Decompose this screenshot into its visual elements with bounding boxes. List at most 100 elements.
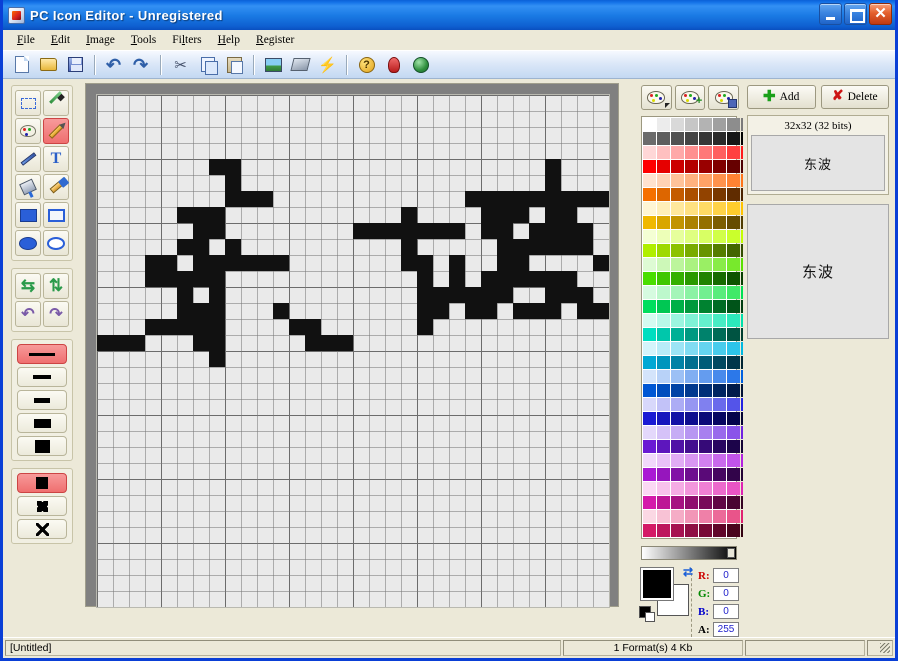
color-swatch[interactable] bbox=[657, 440, 670, 453]
color-swatch[interactable] bbox=[699, 202, 712, 215]
outline-ellipse-tool[interactable] bbox=[43, 230, 69, 256]
color-swatch[interactable] bbox=[671, 468, 684, 481]
canvas-pixel[interactable] bbox=[273, 303, 289, 319]
canvas-pixel[interactable] bbox=[209, 223, 225, 239]
color-swatch[interactable] bbox=[657, 118, 670, 131]
brush-shape-checker[interactable] bbox=[17, 519, 67, 539]
canvas-pixel[interactable] bbox=[497, 271, 513, 287]
palette-replace-tool[interactable] bbox=[15, 118, 41, 144]
color-swatch[interactable] bbox=[699, 286, 712, 299]
canvas-pixel[interactable] bbox=[209, 271, 225, 287]
color-swatch[interactable] bbox=[657, 454, 670, 467]
color-swatch[interactable] bbox=[699, 300, 712, 313]
canvas-pixel[interactable] bbox=[481, 271, 497, 287]
color-swatch[interactable] bbox=[643, 524, 656, 537]
color-swatch[interactable] bbox=[685, 258, 698, 271]
color-swatch[interactable] bbox=[671, 370, 684, 383]
canvas-pixel[interactable] bbox=[401, 223, 417, 239]
format-list[interactable]: 32x32 (32 bits) 东波 bbox=[747, 115, 889, 195]
canvas-pixel[interactable] bbox=[513, 191, 529, 207]
color-swatch[interactable] bbox=[671, 286, 684, 299]
canvas-pixel[interactable] bbox=[545, 287, 561, 303]
canvas-pixel[interactable] bbox=[305, 319, 321, 335]
color-swatch[interactable] bbox=[657, 468, 670, 481]
canvas-pixel[interactable] bbox=[577, 303, 593, 319]
color-swatch[interactable] bbox=[657, 216, 670, 229]
color-swatch[interactable] bbox=[643, 356, 656, 369]
color-swatch[interactable] bbox=[699, 426, 712, 439]
color-swatch[interactable] bbox=[657, 286, 670, 299]
color-swatch[interactable] bbox=[685, 496, 698, 509]
save-palette-button[interactable] bbox=[708, 85, 740, 110]
canvas-pixel[interactable] bbox=[465, 191, 481, 207]
color-swatch[interactable] bbox=[727, 314, 740, 327]
canvas-pixel[interactable] bbox=[593, 255, 609, 271]
color-swatch[interactable] bbox=[699, 216, 712, 229]
color-swatch[interactable] bbox=[713, 132, 726, 145]
color-swatch[interactable] bbox=[713, 342, 726, 355]
canvas-pixel[interactable] bbox=[561, 239, 577, 255]
canvas-pixel[interactable] bbox=[209, 351, 225, 367]
color-swatch[interactable] bbox=[657, 510, 670, 523]
canvas-pixel[interactable] bbox=[401, 239, 417, 255]
color-swatch[interactable] bbox=[643, 132, 656, 145]
color-swatch[interactable] bbox=[643, 398, 656, 411]
color-swatch[interactable] bbox=[713, 426, 726, 439]
add-format-button[interactable]: ✚ Add bbox=[747, 85, 816, 109]
canvas-pixel[interactable] bbox=[209, 287, 225, 303]
color-swatch[interactable] bbox=[643, 272, 656, 285]
color-swatch[interactable] bbox=[671, 482, 684, 495]
color-swatch[interactable] bbox=[699, 258, 712, 271]
color-swatch[interactable] bbox=[685, 146, 698, 159]
color-swatch[interactable] bbox=[699, 370, 712, 383]
image-button[interactable] bbox=[261, 52, 286, 77]
eyedropper-tool[interactable] bbox=[43, 90, 69, 116]
filled-ellipse-tool[interactable] bbox=[15, 230, 41, 256]
menu-item-filters[interactable]: Filters bbox=[164, 32, 209, 48]
color-swatch[interactable] bbox=[657, 258, 670, 271]
color-swatch[interactable] bbox=[727, 300, 740, 313]
color-swatch[interactable] bbox=[685, 398, 698, 411]
canvas-pixel[interactable] bbox=[593, 191, 609, 207]
canvas-pixel[interactable] bbox=[129, 335, 145, 351]
color-swatch[interactable] bbox=[727, 510, 740, 523]
brush-size-5[interactable] bbox=[17, 436, 67, 456]
color-swatch[interactable] bbox=[643, 258, 656, 271]
brush-shape-solid[interactable] bbox=[17, 473, 67, 493]
canvas-pixel[interactable] bbox=[497, 207, 513, 223]
color-swatch[interactable] bbox=[713, 524, 726, 537]
color-swatch[interactable] bbox=[685, 132, 698, 145]
rgba-value-input[interactable]: 0 bbox=[713, 586, 739, 601]
canvas-pixel[interactable] bbox=[545, 271, 561, 287]
canvas-pixel[interactable] bbox=[545, 303, 561, 319]
color-swatch[interactable] bbox=[657, 524, 670, 537]
canvas-pixel[interactable] bbox=[417, 255, 433, 271]
color-swatch[interactable] bbox=[643, 482, 656, 495]
minimize-button[interactable] bbox=[819, 3, 842, 25]
canvas-pixel[interactable] bbox=[529, 271, 545, 287]
color-swatch[interactable] bbox=[643, 244, 656, 257]
color-swatch[interactable] bbox=[727, 482, 740, 495]
brush-size-1[interactable] bbox=[17, 344, 67, 364]
new-palette-button[interactable]: + bbox=[674, 85, 706, 110]
color-swatch[interactable] bbox=[713, 202, 726, 215]
canvas-pixel[interactable] bbox=[177, 239, 193, 255]
color-swatch[interactable] bbox=[727, 258, 740, 271]
color-swatch[interactable] bbox=[713, 118, 726, 131]
color-swatch[interactable] bbox=[657, 202, 670, 215]
menu-item-image[interactable]: Image bbox=[78, 32, 123, 48]
canvas-pixel[interactable] bbox=[209, 159, 225, 175]
canvas-pixel[interactable] bbox=[225, 191, 241, 207]
canvas-pixel[interactable] bbox=[353, 223, 369, 239]
color-swatch[interactable] bbox=[671, 174, 684, 187]
canvas-pixel[interactable] bbox=[497, 239, 513, 255]
rgba-value-input[interactable]: 255 bbox=[713, 622, 739, 637]
canvas-pixel[interactable] bbox=[449, 223, 465, 239]
color-swatch[interactable] bbox=[657, 342, 670, 355]
canvas-pixel[interactable] bbox=[545, 159, 561, 175]
brush-size-2[interactable] bbox=[17, 367, 67, 387]
canvas-pixel[interactable] bbox=[369, 223, 385, 239]
canvas-pixel[interactable] bbox=[513, 303, 529, 319]
color-swatch[interactable] bbox=[727, 188, 740, 201]
new-button[interactable] bbox=[9, 52, 34, 77]
